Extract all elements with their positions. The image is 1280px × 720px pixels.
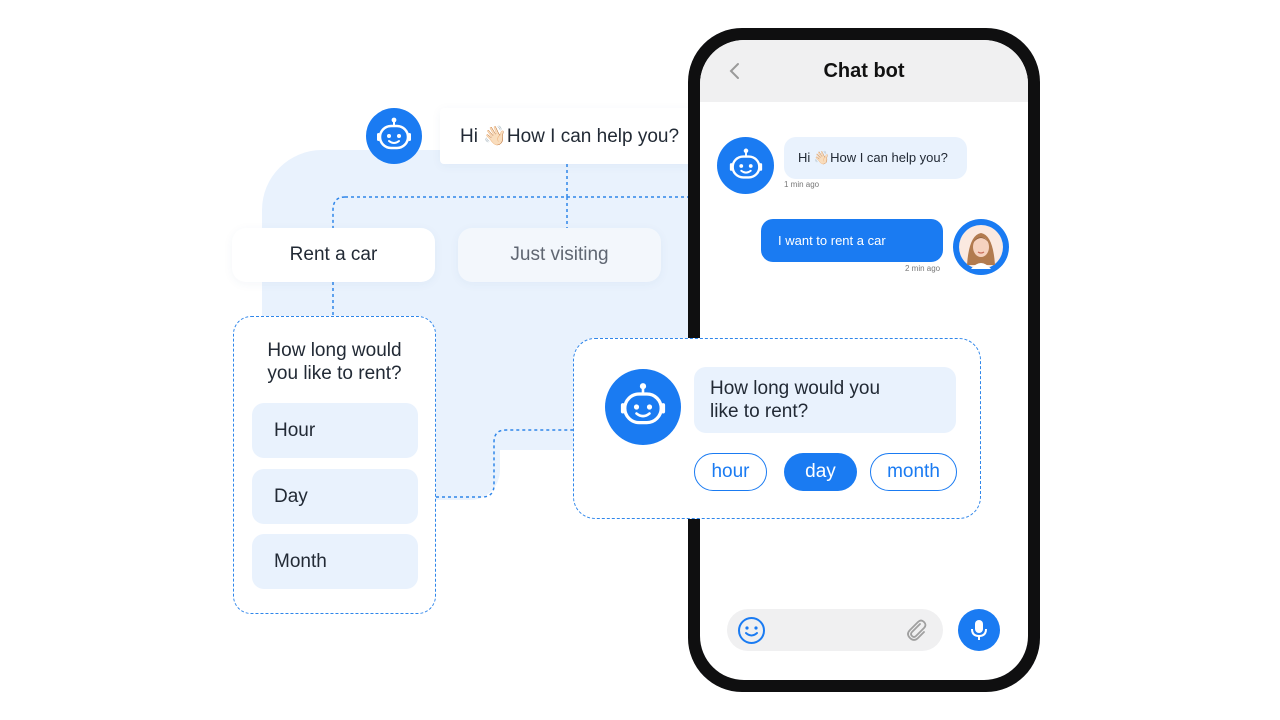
paperclip-icon[interactable] [903, 617, 929, 643]
question-text: How long would you like to rent? [710, 378, 881, 422]
message-text: I want to rent a car [778, 233, 886, 248]
bot-avatar [717, 137, 774, 194]
bot-avatar [366, 108, 422, 164]
question-text: How long would you like to rent? [234, 339, 435, 385]
robot-icon [377, 117, 411, 150]
message-timestamp: 1 min ago [784, 180, 820, 189]
duration-option-month[interactable]: Month [252, 534, 418, 589]
microphone-icon [971, 620, 987, 640]
quick-reply-card: How long would you like to rent? hour da… [573, 338, 981, 519]
user-avatar [953, 219, 1009, 275]
option-rent-a-car[interactable]: Rent a car [232, 228, 435, 282]
chip-hour[interactable]: hour [694, 453, 767, 491]
chip-label: month [887, 461, 940, 482]
option-label: Rent a car [289, 244, 378, 265]
option-just-visiting[interactable]: Just visiting [458, 228, 661, 282]
bot-question-bubble: How long would you like to rent? [694, 367, 956, 433]
message-text: Hi 👋🏻How I can help you? [798, 150, 948, 165]
chat-header: Chat bot [700, 40, 1028, 102]
message-timestamp: 2 min ago [905, 264, 941, 273]
duration-label: Month [274, 550, 327, 572]
microphone-button[interactable] [958, 609, 1000, 651]
chip-month[interactable]: month [870, 453, 957, 491]
option-label: Just visiting [510, 244, 609, 265]
greeting-text: Hi 👋🏻How I can help you? [460, 126, 680, 147]
user-portrait-icon [959, 225, 1003, 269]
chat-title: Chat bot [823, 60, 905, 82]
chip-day[interactable]: day [784, 453, 857, 491]
chip-label: day [805, 461, 836, 482]
chip-label: hour [711, 461, 750, 482]
smiley-icon[interactable] [737, 616, 766, 645]
greeting-card: Hi 👋🏻How I can help you? [440, 108, 692, 164]
message-input-bar[interactable] [727, 609, 943, 651]
robot-icon [729, 148, 762, 179]
bot-avatar [605, 369, 681, 445]
duration-option-day[interactable]: Day [252, 469, 418, 524]
question-label: How long would you like to rent? [267, 340, 402, 384]
duration-label: Day [274, 485, 308, 507]
duration-option-hour[interactable]: Hour [252, 403, 418, 458]
rental-duration-card: How long would you like to rent? Hour Da… [233, 316, 436, 614]
robot-icon [620, 383, 666, 425]
duration-label: Hour [274, 419, 316, 441]
bot-message-bubble: Hi 👋🏻How I can help you? [784, 137, 967, 179]
user-message-bubble: I want to rent a car [761, 219, 943, 262]
